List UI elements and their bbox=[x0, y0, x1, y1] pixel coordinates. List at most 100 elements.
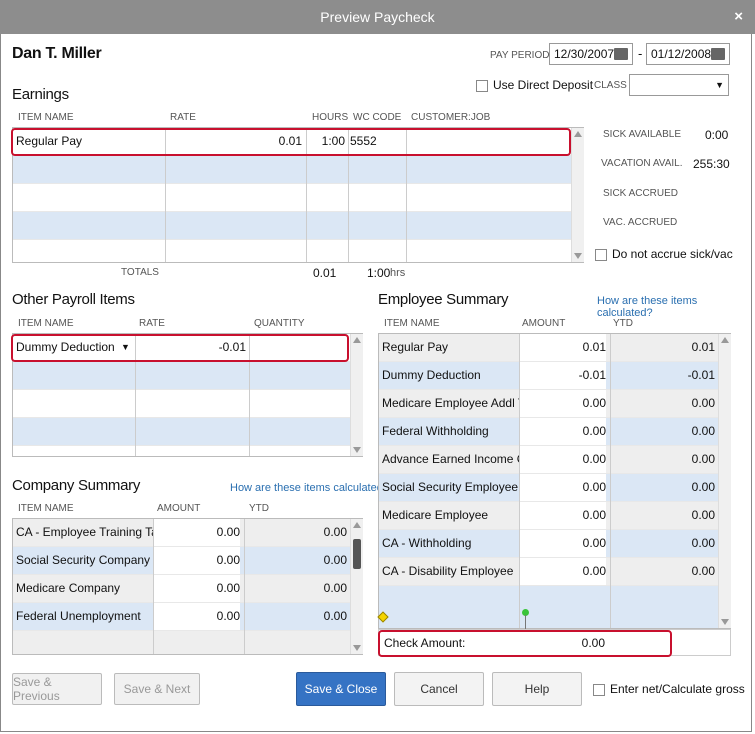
employee-scrollbar[interactable] bbox=[718, 334, 731, 628]
employee-item-cell: Medicare Employee Addl Tax bbox=[382, 396, 519, 410]
column-divider bbox=[610, 334, 611, 628]
enter-net-label: Enter net/Calculate gross bbox=[610, 682, 745, 696]
company-calc-link[interactable]: How are these items calculated? bbox=[230, 482, 389, 494]
employee-header-ytd: YTD bbox=[613, 318, 633, 329]
company-amount-cell[interactable]: 0.00 bbox=[153, 519, 240, 546]
close-icon[interactable]: × bbox=[734, 8, 743, 25]
highlight-dummy-deduction-row bbox=[11, 334, 349, 362]
column-divider bbox=[519, 334, 520, 628]
company-ytd-cell: 0.00 bbox=[323, 581, 347, 595]
employee-ytd-cell: 0.00 bbox=[691, 396, 715, 410]
enter-net-checkbox[interactable]: Enter net/Calculate gross bbox=[593, 682, 745, 696]
checkbox-icon[interactable] bbox=[476, 79, 488, 92]
employee-amount-cell[interactable]: -0.01 bbox=[519, 362, 606, 389]
table-row bbox=[379, 586, 718, 628]
employee-amount-cell[interactable]: 0.00 bbox=[519, 418, 606, 445]
table-row[interactable] bbox=[13, 362, 350, 390]
employee-ytd-cell: 0.00 bbox=[691, 424, 715, 438]
checkbox-icon[interactable] bbox=[593, 683, 605, 696]
pay-period-end-field[interactable]: 01/12/2008 bbox=[646, 43, 730, 65]
employee-amount-cell[interactable]: 0.00 bbox=[519, 390, 606, 417]
scroll-down-icon[interactable] bbox=[721, 619, 729, 625]
scroll-up-icon[interactable] bbox=[353, 337, 361, 343]
employee-item-cell: Advance Earned Income Cr... bbox=[382, 452, 519, 466]
direct-deposit-checkbox[interactable]: Use Direct Deposit bbox=[476, 78, 593, 92]
table-row: Social Security Company 0.00 0.00 bbox=[13, 547, 350, 575]
company-header-amount: AMOUNT bbox=[157, 503, 201, 514]
company-item-cell: Social Security Company bbox=[16, 553, 151, 567]
employee-amount-cell[interactable]: 0.00 bbox=[519, 530, 606, 557]
column-divider bbox=[153, 519, 154, 654]
table-row[interactable] bbox=[13, 390, 350, 418]
table-row: CA - Disability Employee 0.00 0.00 bbox=[379, 558, 718, 586]
other-payroll-scrollbar[interactable] bbox=[350, 334, 363, 456]
employee-name: Dan T. Miller bbox=[12, 45, 102, 62]
scroll-up-icon[interactable] bbox=[353, 522, 361, 528]
earnings-header-job: CUSTOMER:JOB bbox=[411, 112, 491, 123]
company-ytd-cell: 0.00 bbox=[323, 553, 347, 567]
title-bar: Preview Paycheck × bbox=[0, 0, 755, 34]
help-button[interactable]: Help bbox=[492, 672, 582, 706]
scroll-up-icon[interactable] bbox=[574, 131, 582, 137]
pay-period-start-field[interactable]: 12/30/2007 bbox=[549, 43, 633, 65]
table-row: CA - Withholding 0.00 0.00 bbox=[379, 530, 718, 558]
company-ytd-cell: 0.00 bbox=[323, 525, 347, 539]
highlight-check-amount bbox=[378, 630, 672, 657]
other-header-rate: RATE bbox=[139, 318, 165, 329]
employee-ytd-cell: -0.01 bbox=[687, 368, 715, 382]
class-label: CLASS bbox=[594, 80, 627, 91]
employee-header-item: ITEM NAME bbox=[384, 318, 440, 329]
company-amount-cell[interactable]: 0.00 bbox=[153, 575, 240, 602]
table-row: Medicare Company 0.00 0.00 bbox=[13, 575, 350, 603]
employee-amount-cell[interactable]: 0.01 bbox=[519, 334, 606, 361]
earnings-scrollbar[interactable] bbox=[571, 128, 584, 262]
employee-ytd-cell: 0.00 bbox=[691, 508, 715, 522]
table-row[interactable] bbox=[13, 418, 350, 446]
do-not-accrue-checkbox[interactable]: Do not accrue sick/vac bbox=[595, 247, 733, 261]
scroll-thumb[interactable] bbox=[353, 539, 361, 569]
class-dropdown[interactable]: ▼ bbox=[629, 74, 729, 96]
save-close-button[interactable]: Save & Close bbox=[296, 672, 386, 706]
company-header-item: ITEM NAME bbox=[18, 503, 74, 514]
employee-calc-link[interactable]: How are these items calculated? bbox=[597, 295, 755, 319]
other-header-item: ITEM NAME bbox=[18, 318, 74, 329]
company-item-cell: CA - Employee Training Tax bbox=[16, 525, 153, 539]
table-row[interactable] bbox=[13, 240, 571, 262]
table-row: Federal Unemployment 0.00 0.00 bbox=[13, 603, 350, 631]
scroll-down-icon[interactable] bbox=[574, 253, 582, 259]
table-row[interactable] bbox=[13, 156, 571, 184]
sick-available-value: 0:00 bbox=[705, 128, 729, 142]
checkbox-icon[interactable] bbox=[595, 248, 607, 261]
do-not-accrue-label: Do not accrue sick/vac bbox=[612, 247, 733, 261]
company-summary-grid: CA - Employee Training Tax 0.00 0.00 Soc… bbox=[12, 518, 363, 655]
company-amount-cell[interactable]: 0.00 bbox=[153, 603, 240, 630]
window-title: Preview Paycheck bbox=[320, 9, 435, 25]
company-header-ytd: YTD bbox=[249, 503, 269, 514]
totals-hours: 1:00 bbox=[367, 266, 391, 280]
save-next-button[interactable]: Save & Next bbox=[114, 673, 200, 705]
cancel-button[interactable]: Cancel bbox=[394, 672, 484, 706]
company-amount-cell[interactable]: 0.00 bbox=[153, 547, 240, 574]
table-row: Federal Withholding 0.00 0.00 bbox=[379, 418, 718, 446]
table-row[interactable] bbox=[13, 212, 571, 240]
scroll-down-icon[interactable] bbox=[353, 645, 361, 651]
calendar-icon[interactable] bbox=[711, 48, 725, 60]
company-ytd-cell: 0.00 bbox=[323, 609, 347, 623]
employee-item-cell: Regular Pay bbox=[382, 340, 449, 354]
pay-period-dash: - bbox=[638, 46, 643, 61]
employee-amount-cell[interactable]: 0.00 bbox=[519, 502, 606, 529]
company-scrollbar[interactable] bbox=[350, 519, 363, 654]
employee-amount-cell[interactable]: 0.00 bbox=[519, 446, 606, 473]
employee-item-cell: Federal Withholding bbox=[382, 424, 489, 438]
vacation-avail-label: VACATION AVAIL. bbox=[601, 158, 683, 169]
calendar-icon[interactable] bbox=[614, 48, 628, 60]
save-previous-button[interactable]: Save & Previous bbox=[12, 673, 102, 705]
totals-hrs-unit: hrs bbox=[390, 267, 406, 279]
scroll-up-icon[interactable] bbox=[721, 337, 729, 343]
employee-item-cell: CA - Withholding bbox=[382, 536, 472, 550]
employee-amount-cell[interactable]: 0.00 bbox=[519, 474, 606, 501]
table-row[interactable] bbox=[13, 184, 571, 212]
employee-amount-cell[interactable]: 0.00 bbox=[519, 558, 606, 585]
scroll-down-icon[interactable] bbox=[353, 447, 361, 453]
earnings-header-item: ITEM NAME bbox=[18, 112, 74, 123]
